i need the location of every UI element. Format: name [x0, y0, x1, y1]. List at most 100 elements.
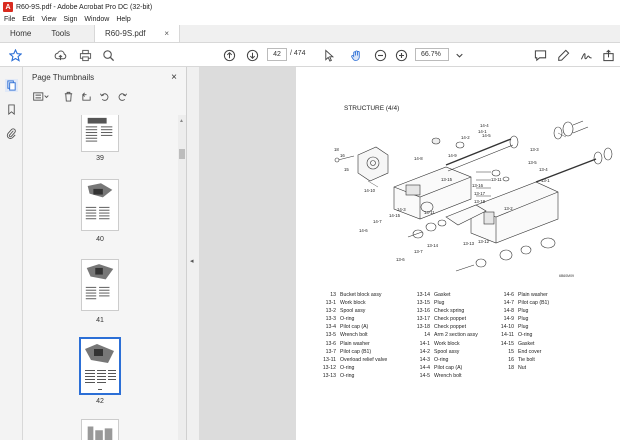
- window-title: R60-9S.pdf - Adobe Acrobat Pro DC (32-bi…: [16, 3, 153, 11]
- page-thumbnails-icon[interactable]: [5, 79, 18, 92]
- list-item: 14-2 Spool assy: [419, 348, 460, 355]
- thumbnail-label: 41: [96, 317, 104, 324]
- tab-bar: Home Tools R60-9S.pdf ×: [0, 25, 620, 43]
- tab-home[interactable]: Home: [0, 25, 41, 42]
- undo-icon[interactable]: [98, 90, 110, 102]
- select-cursor-icon[interactable]: [321, 47, 337, 63]
- thumbnail-page-39[interactable]: [81, 115, 119, 152]
- callout-label: 14-9: [448, 153, 457, 158]
- highlight-pen-icon[interactable]: [555, 47, 571, 63]
- menu-help[interactable]: Help: [116, 16, 130, 23]
- callout-label: 13-2: [504, 206, 513, 211]
- zoom-in-icon[interactable]: [393, 47, 409, 63]
- callout-label: 13-12: [478, 239, 489, 244]
- callout-label: 13-14: [427, 243, 438, 248]
- zoom-dropdown-chevron-icon[interactable]: [451, 47, 467, 63]
- parts-list-column-2: 13-14 Gasket 13-15 Plug 13-16 Check spring …: [412, 291, 478, 380]
- callout-label: 13-3: [530, 147, 539, 152]
- list-item: 13-5 Wrench bolt: [325, 332, 368, 339]
- bookmarks-icon[interactable]: [5, 103, 18, 116]
- page-number-input[interactable]: 42: [267, 48, 287, 61]
- page-total: 474: [293, 50, 306, 57]
- list-item: 13-13 O-ring: [322, 372, 355, 379]
- callout-label: 14-6: [359, 228, 368, 233]
- thumbnail-page-40[interactable]: [81, 179, 119, 231]
- callout-label: 14-15: [389, 213, 400, 218]
- callout-label: 15: [344, 167, 349, 172]
- list-item: 18 Nut: [508, 364, 527, 371]
- bookmark-add-icon[interactable]: [7, 47, 23, 63]
- sign-icon[interactable]: [578, 47, 594, 63]
- document-viewport[interactable]: STRUCTURE (4/4) 18 16 15 14-8 14-9 14-3 …: [199, 67, 620, 440]
- callout-label: 16: [340, 153, 345, 158]
- callout-label: 14-10: [364, 188, 375, 193]
- scrollbar-thumb[interactable]: [179, 149, 185, 159]
- thumbnail-page-43[interactable]: [81, 419, 119, 440]
- list-item: 16 Tie bolt: [508, 356, 535, 363]
- next-page-icon[interactable]: [244, 47, 260, 63]
- list-item: 14-3 O-ring: [419, 356, 449, 363]
- hand-tool-icon[interactable]: [348, 47, 364, 63]
- list-item: 13-11 Overload relief valve: [323, 356, 388, 363]
- scroll-up-arrow-icon[interactable]: ▲: [179, 118, 184, 124]
- panel-splitter[interactable]: ◂: [187, 67, 199, 440]
- menu-file[interactable]: File: [4, 16, 15, 23]
- list-item: 13-15 Plug: [416, 300, 445, 307]
- list-item: 14-4 Pilot cap (A): [419, 364, 463, 371]
- figure-code: 6B60M09: [559, 274, 574, 278]
- list-item: 13-1 Work block: [325, 300, 366, 307]
- toolbar: 42 / 474 66.7%: [0, 43, 620, 67]
- callout-label: 13-17: [474, 191, 485, 196]
- thumbnail-options-icon[interactable]: [32, 90, 50, 102]
- cloud-upload-icon[interactable]: [52, 47, 68, 63]
- thumbnail-scrollbar[interactable]: ▲: [178, 115, 186, 440]
- callout-label: 13-4: [539, 167, 548, 172]
- previous-page-icon[interactable]: [221, 47, 237, 63]
- callout-label: 14-5: [482, 133, 491, 138]
- share-icon[interactable]: [600, 47, 616, 63]
- callout-label: 14-8: [414, 156, 423, 161]
- zoom-out-icon[interactable]: [372, 47, 388, 63]
- menu-bar: File Edit View Sign Window Help: [0, 14, 620, 25]
- tab-close-icon[interactable]: ×: [164, 29, 169, 38]
- list-item: 14-7 Pilot cap (B1): [503, 300, 550, 307]
- thumbnail-page-41[interactable]: [81, 259, 119, 311]
- list-item: 15 End cover: [508, 348, 542, 355]
- callout-label: 13-15: [441, 177, 452, 182]
- menu-sign[interactable]: Sign: [63, 16, 77, 23]
- rotate-page-icon[interactable]: [80, 90, 92, 102]
- panel-close-icon[interactable]: ×: [171, 72, 177, 83]
- parts-list-column-3: 14-6 Plain washer 14-7 Pilot cap (B1) 14-8…: [496, 291, 549, 372]
- list-item: 14-9 Plug: [503, 316, 529, 323]
- tab-tools[interactable]: Tools: [41, 25, 80, 42]
- list-item: 13 Bucket block assy: [330, 292, 382, 298]
- list-item: 14-10 Plug: [500, 324, 529, 331]
- exploded-view-diagram: [334, 120, 613, 272]
- list-item: 13-3 O-ring: [325, 316, 355, 323]
- comment-icon[interactable]: [532, 47, 548, 63]
- list-item: 14-11 O-ring: [501, 332, 533, 339]
- redo-icon[interactable]: [116, 90, 128, 102]
- thumbnail-label: 39: [96, 155, 104, 162]
- menu-edit[interactable]: Edit: [22, 16, 34, 23]
- callout-label: 13-7: [414, 249, 423, 254]
- attachments-icon[interactable]: [5, 127, 18, 140]
- callout-label: 13-13: [463, 241, 474, 246]
- thumbnail-page-42[interactable]: [79, 337, 121, 395]
- tab-document[interactable]: R60-9S.pdf ×: [94, 25, 181, 42]
- title-bar: A R60-9S.pdf - Adobe Acrobat Pro DC (32-…: [0, 0, 620, 14]
- list-item: 13-7 Pilot cap (B1): [325, 348, 372, 355]
- thumbnail-label: 40: [96, 236, 104, 243]
- menu-window[interactable]: Window: [84, 16, 109, 23]
- thumbnail-list: 39 40 41 42: [23, 115, 178, 440]
- print-icon[interactable]: [77, 47, 93, 63]
- search-icon[interactable]: [100, 47, 116, 63]
- list-item: 14-1 Work block: [419, 340, 460, 347]
- list-item: 14 Arm 2 section assy: [424, 332, 478, 339]
- delete-page-icon[interactable]: [62, 90, 74, 102]
- collapse-panel-arrow-icon[interactable]: ◂: [190, 257, 194, 265]
- list-item: 13-6 Plain washer: [325, 340, 370, 347]
- zoom-level-input[interactable]: 66.7%: [415, 48, 449, 61]
- list-item: 13-2 Spool assy: [325, 308, 366, 315]
- menu-view[interactable]: View: [41, 16, 56, 23]
